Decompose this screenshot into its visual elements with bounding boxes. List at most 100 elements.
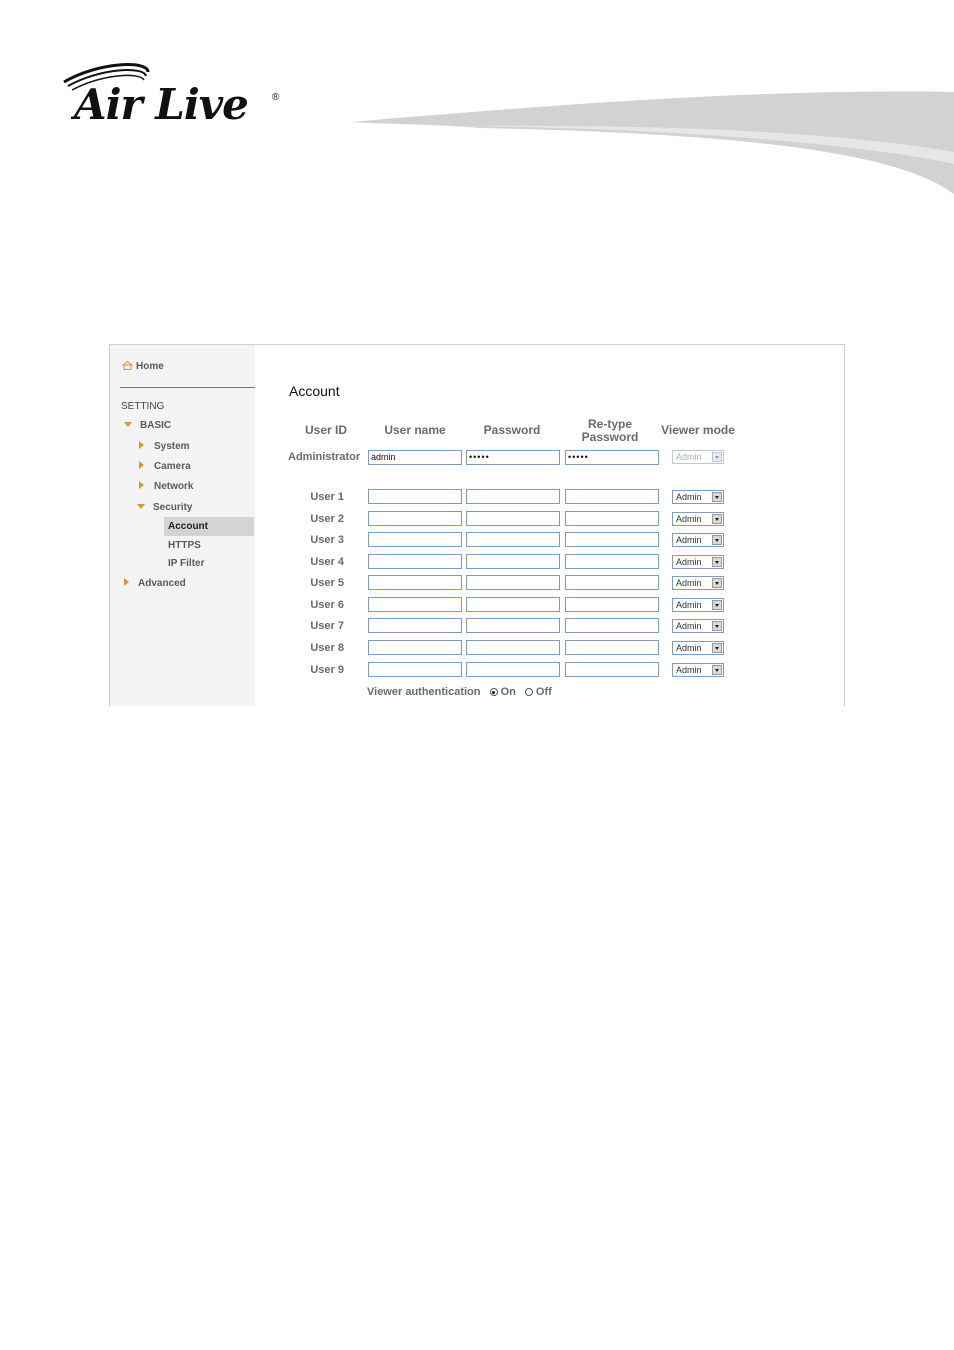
- sidebar-home-label: Home: [136, 361, 164, 372]
- sidebar-item-network[interactable]: Network: [139, 481, 193, 492]
- user-5-viewer-mode-select[interactable]: Admin: [672, 576, 724, 590]
- viewer-auth-on-label[interactable]: On: [501, 686, 516, 698]
- chevron-down-icon: [712, 600, 722, 610]
- sidebar-camera-label: Camera: [154, 461, 191, 472]
- admin-password-input[interactable]: •••••: [466, 450, 560, 465]
- viewer-auth-label: Viewer authentication: [367, 686, 481, 698]
- sidebar-security-label: Security: [153, 502, 193, 513]
- user-1-name-input[interactable]: [368, 489, 462, 504]
- select-value: Admin: [676, 535, 702, 545]
- row-label-user-5: User 5: [310, 577, 344, 589]
- user-2-viewer-mode-select[interactable]: Admin: [672, 512, 724, 526]
- user-5-password-input[interactable]: [466, 575, 560, 590]
- settings-window: Home SETTING BASIC System Camera Network…: [109, 344, 845, 706]
- chevron-down-icon: [712, 492, 722, 502]
- user-1-viewer-mode-select[interactable]: Admin: [672, 490, 724, 504]
- admin-retype-password-input[interactable]: •••••: [565, 450, 659, 465]
- header-retype-password: Re-type Password: [581, 417, 639, 444]
- sidebar-item-https[interactable]: HTTPS: [168, 540, 201, 551]
- viewer-authentication: Viewer authentication On Off: [367, 686, 552, 698]
- collapsed-arrow-icon: [139, 441, 144, 449]
- row-label-user-7: User 7: [310, 620, 344, 632]
- user-3-retype-password-input[interactable]: [565, 532, 659, 547]
- user-7-password-input[interactable]: [466, 618, 560, 633]
- registered-mark: ®: [272, 92, 280, 103]
- page-title: Account: [289, 383, 340, 399]
- select-value: Admin: [676, 492, 702, 502]
- select-value: Admin: [676, 600, 702, 610]
- user-6-viewer-mode-select[interactable]: Admin: [672, 598, 724, 612]
- select-value: Admin: [676, 514, 702, 524]
- user-2-name-input[interactable]: [368, 511, 462, 526]
- sidebar-section-setting: SETTING: [121, 401, 165, 412]
- sidebar-advanced-label: Advanced: [138, 578, 186, 589]
- sidebar-divider: [120, 387, 255, 388]
- viewer-auth-off-radio[interactable]: [524, 688, 533, 696]
- chevron-down-icon: [712, 452, 722, 462]
- header-password: Password: [483, 423, 541, 437]
- chevron-down-icon: [712, 578, 722, 588]
- user-2-password-input[interactable]: [466, 511, 560, 526]
- user-8-retype-password-input[interactable]: [565, 640, 659, 655]
- chevron-down-icon: [712, 621, 722, 631]
- admin-viewer-mode-value: Admin: [676, 452, 702, 462]
- user-3-viewer-mode-select[interactable]: Admin: [672, 533, 724, 547]
- user-6-password-input[interactable]: [466, 597, 560, 612]
- user-4-password-input[interactable]: [466, 554, 560, 569]
- user-7-viewer-mode-select[interactable]: Admin: [672, 619, 724, 633]
- sidebar-item-account[interactable]: Account: [168, 521, 208, 532]
- home-icon: [122, 361, 133, 370]
- user-8-viewer-mode-select[interactable]: Admin: [672, 641, 724, 655]
- user-7-name-input[interactable]: [368, 618, 462, 633]
- chevron-down-icon: [712, 643, 722, 653]
- sidebar-item-system[interactable]: System: [139, 441, 190, 452]
- collapsed-arrow-icon: [124, 578, 129, 586]
- expanded-arrow-icon: [124, 422, 132, 427]
- admin-user-name-input[interactable]: admin: [368, 450, 462, 465]
- user-1-password-input[interactable]: [466, 489, 560, 504]
- sidebar-basic-label: BASIC: [140, 420, 172, 431]
- sidebar-item-home[interactable]: Home: [122, 361, 164, 372]
- user-6-name-input[interactable]: [368, 597, 462, 612]
- viewer-auth-off-label[interactable]: Off: [536, 686, 552, 698]
- select-value: Admin: [676, 621, 702, 631]
- user-7-retype-password-input[interactable]: [565, 618, 659, 633]
- row-label-user-2: User 2: [310, 513, 344, 525]
- user-5-name-input[interactable]: [368, 575, 462, 590]
- user-3-password-input[interactable]: [466, 532, 560, 547]
- header-viewer-mode: Viewer mode: [661, 423, 735, 437]
- user-8-name-input[interactable]: [368, 640, 462, 655]
- user-2-retype-password-input[interactable]: [565, 511, 659, 526]
- user-6-retype-password-input[interactable]: [565, 597, 659, 612]
- row-label-user-4: User 4: [310, 556, 344, 568]
- user-1-retype-password-input[interactable]: [565, 489, 659, 504]
- collapsed-arrow-icon: [139, 481, 144, 489]
- admin-viewer-mode-select: Admin: [672, 450, 724, 464]
- collapsed-arrow-icon: [139, 461, 144, 469]
- user-9-password-input[interactable]: [466, 662, 560, 677]
- user-4-retype-password-input[interactable]: [565, 554, 659, 569]
- chevron-down-icon: [712, 514, 722, 524]
- select-value: Admin: [676, 578, 702, 588]
- user-4-viewer-mode-select[interactable]: Admin: [672, 555, 724, 569]
- sidebar-item-camera[interactable]: Camera: [139, 461, 191, 472]
- sidebar-item-advanced[interactable]: Advanced: [124, 578, 186, 589]
- user-9-viewer-mode-select[interactable]: Admin: [672, 663, 724, 677]
- sidebar-item-ip-filter[interactable]: IP Filter: [168, 558, 205, 569]
- user-9-retype-password-input[interactable]: [565, 662, 659, 677]
- user-5-retype-password-input[interactable]: [565, 575, 659, 590]
- viewer-auth-on-radio[interactable]: [489, 688, 498, 696]
- user-9-name-input[interactable]: [368, 662, 462, 677]
- user-8-password-input[interactable]: [466, 640, 560, 655]
- select-value: Admin: [676, 643, 702, 653]
- row-label-user-6: User 6: [310, 599, 344, 611]
- sidebar-network-label: Network: [154, 481, 194, 492]
- header-user-name: User name: [384, 423, 446, 437]
- header-user-id: User ID: [304, 423, 348, 437]
- sidebar-item-security[interactable]: Security: [137, 502, 192, 513]
- user-4-name-input[interactable]: [368, 554, 462, 569]
- user-3-name-input[interactable]: [368, 532, 462, 547]
- sidebar-item-basic[interactable]: BASIC: [124, 420, 171, 431]
- row-label-user-9: User 9: [310, 664, 344, 676]
- row-label-user-1: User 1: [310, 491, 344, 503]
